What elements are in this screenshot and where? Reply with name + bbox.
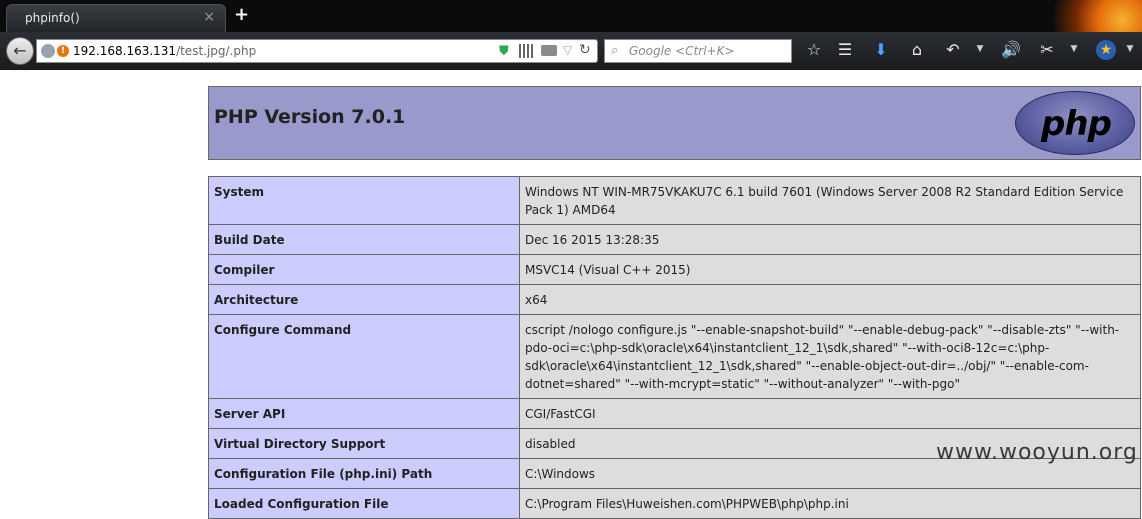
row-value: x64 <box>519 284 1141 315</box>
table-row: Loaded Configuration File C:\Program File… <box>208 488 1141 519</box>
url-path: /test.jpg/.php <box>176 44 257 58</box>
url-text[interactable]: 192.168.163.131/test.jpg/.php <box>73 44 256 58</box>
page-title: PHP Version 7.0.1 <box>214 106 406 128</box>
search-placeholder: Google <Ctrl+K> <box>629 44 735 58</box>
php-logo-text: php <box>1041 104 1112 144</box>
row-label: Loaded Configuration File <box>208 488 520 519</box>
row-value: CGI/FastCGI <box>519 398 1141 429</box>
info-table-body: System Windows NT WIN-MR75VKAKU7C 6.1 bui… <box>208 176 1141 519</box>
back-arrow-icon: ← <box>13 41 27 60</box>
home-icon[interactable]: ⌂ <box>906 40 928 59</box>
menu-dropdown-icon[interactable]: ▼ <box>1124 44 1136 54</box>
row-label: Virtual Directory Support <box>208 428 520 459</box>
row-value: MSVC14 (Visual C++ 2015) <box>519 254 1141 285</box>
addon-star-icon[interactable]: ★ <box>1096 40 1116 60</box>
url-bar[interactable]: ! 192.168.163.131/test.jpg/.php ⛊ ▽ ↻ <box>36 39 598 63</box>
qr-code-icon[interactable] <box>519 44 533 58</box>
warning-icon[interactable]: ! <box>57 45 69 57</box>
search-icon: ⌕ <box>611 43 619 58</box>
tab-bar: phpinfo() × + <box>0 0 1142 70</box>
undo-dropdown-icon[interactable]: ▼ <box>974 44 986 54</box>
table-row: Architecture x64 <box>208 284 1141 315</box>
table-row: Compiler MSVC14 (Visual C++ 2015) <box>208 254 1141 285</box>
tab-title: phpinfo() <box>25 11 80 25</box>
row-value: C:\Program Files\Huweishen.com\PHPWEB\ph… <box>519 488 1141 519</box>
bookmark-star-icon[interactable]: ☆ <box>803 40 825 59</box>
row-label: Configure Command <box>208 314 520 399</box>
row-label: Configuration File (php.ini) Path <box>208 458 520 489</box>
row-value: Windows NT WIN-MR75VKAKU7C 6.1 build 760… <box>519 176 1141 225</box>
row-label: Compiler <box>208 254 520 285</box>
new-tab-button[interactable]: + <box>234 4 249 25</box>
bookmarks-list-icon[interactable]: ☰ <box>834 40 856 59</box>
table-row: Configure Command cscript /nologo configu… <box>208 314 1141 399</box>
device-icon[interactable] <box>541 45 557 56</box>
php-logo[interactable]: php <box>1015 91 1135 155</box>
row-value: cscript /nologo configure.js "--enable-s… <box>519 314 1141 399</box>
search-bar[interactable]: ⌕ Google <Ctrl+K> <box>604 39 792 63</box>
php-header: PHP Version 7.0.1 php <box>208 86 1141 160</box>
table-row: Server API CGI/FastCGI <box>208 398 1141 429</box>
info-table: System Windows NT WIN-MR75VKAKU7C 6.1 bui… <box>208 176 1141 519</box>
table-row: System Windows NT WIN-MR75VKAKU7C 6.1 bui… <box>208 176 1141 225</box>
url-host: 192.168.163.131 <box>73 44 177 58</box>
crop-dropdown-icon[interactable]: ▼ <box>1068 44 1080 54</box>
table-row: Build Date Dec 16 2015 13:28:35 <box>208 224 1141 255</box>
downloads-icon[interactable]: ⬇ <box>870 40 892 59</box>
row-label: Server API <box>208 398 520 429</box>
back-button[interactable]: ← <box>6 37 34 65</box>
row-label: System <box>208 176 520 225</box>
row-label: Architecture <box>208 284 520 315</box>
volume-icon[interactable]: 🔊 <box>1000 40 1022 59</box>
globe-icon <box>41 44 55 58</box>
tab-close-icon[interactable]: × <box>203 9 215 25</box>
crop-icon[interactable]: ✂ <box>1036 40 1058 59</box>
dropdown-triangle-icon[interactable]: ▽ <box>563 43 572 57</box>
row-label: Build Date <box>208 224 520 255</box>
reload-icon[interactable]: ↻ <box>579 42 591 58</box>
shield-icon[interactable]: ⛊ <box>499 44 509 59</box>
undo-icon[interactable]: ↶ <box>942 40 964 59</box>
row-value: Dec 16 2015 13:28:35 <box>519 224 1141 255</box>
browser-tab-phpinfo[interactable]: phpinfo() × <box>6 4 226 32</box>
navigation-bar: ← ! 192.168.163.131/test.jpg/.php ⛊ ▽ ↻ … <box>0 32 1142 70</box>
watermark: www.wooyun.org <box>936 440 1138 465</box>
